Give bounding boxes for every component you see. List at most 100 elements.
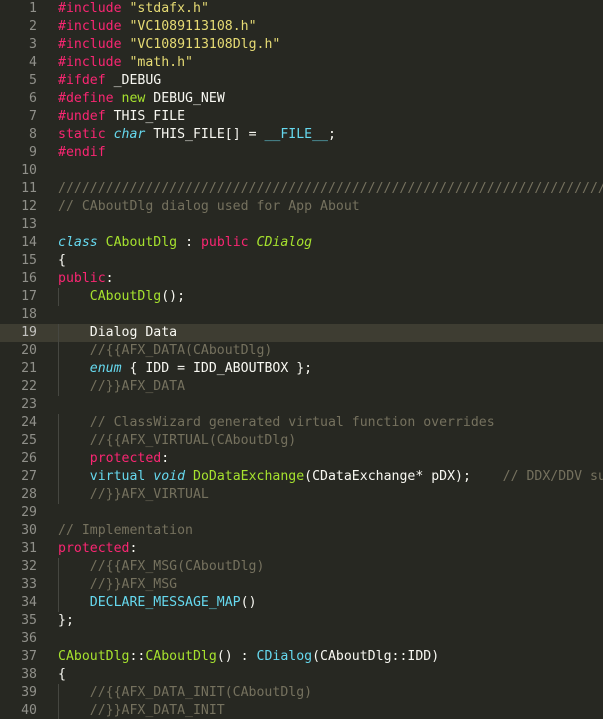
line-number: 37 [21, 649, 37, 664]
code-line[interactable]: 2 #include "VC1089113108.h" [0, 18, 603, 36]
code-text: //}}AFX_DATA [58, 378, 185, 396]
line-number: 9 [29, 145, 37, 160]
code-line[interactable]: 4 #include "math.h" [0, 54, 603, 72]
line-number: 39 [21, 685, 37, 700]
code-text: #include "VC1089113108.h" [58, 18, 257, 36]
code-line[interactable]: 9 #endif [0, 144, 603, 162]
code-text: }; [58, 612, 74, 630]
code-line[interactable]: 34 DECLARE_MESSAGE_MAP() [0, 594, 603, 612]
line-number: 25 [21, 433, 37, 448]
code-token: "VC1089113108Dlg.h" [129, 37, 281, 52]
code-token: char [113, 127, 146, 142]
code-line[interactable]: 1 #include "stdafx.h" [0, 0, 603, 18]
line-number: 1 [29, 1, 37, 16]
code-line[interactable]: 12 // CAboutDlg dialog used for App About [0, 198, 603, 216]
code-token: "VC1089113108.h" [129, 19, 257, 34]
code-token: protected [58, 541, 130, 556]
code-editor[interactable]: 1 #include "stdafx.h" 2 #include "VC1089113… [0, 0, 603, 719]
code-line[interactable]: 11 //////////////////////////////////////… [0, 180, 603, 198]
code-line[interactable]: 40 //}}AFX_DATA_INIT [0, 702, 603, 719]
code-line[interactable]: 24 // ClassWizard generated virtual func… [0, 414, 603, 432]
code-line[interactable]: 15 { [0, 252, 603, 270]
code-line[interactable]: 38 { [0, 666, 603, 684]
code-line[interactable]: 36 [0, 630, 603, 648]
code-line[interactable]: 20 //{{AFX_DATA(CAboutDlg) [0, 342, 603, 360]
code-token: DECLARE_MESSAGE_MAP [89, 595, 241, 610]
code-token: public [200, 235, 249, 250]
code-line[interactable]: 6 #define new DEBUG_NEW [0, 90, 603, 108]
code-line[interactable]: 22 //}}AFX_DATA [0, 378, 603, 396]
code-line[interactable]: 3 #include "VC1089113108Dlg.h" [0, 36, 603, 54]
code-line[interactable]: 17 CAboutDlg(); [0, 288, 603, 306]
code-line[interactable]: 23 [0, 396, 603, 414]
code-text: // ClassWizard generated virtual functio… [58, 414, 495, 432]
code-line[interactable]: 13 [0, 216, 603, 234]
code-token: static [58, 127, 106, 142]
code-token: Dialog Data [58, 325, 178, 340]
code-text: CAboutDlg(); [58, 288, 185, 306]
code-token: "math.h" [129, 55, 194, 70]
line-number: 34 [21, 595, 37, 610]
code-token: new [121, 91, 146, 106]
line-number: 12 [21, 199, 37, 214]
code-text: #include "VC1089113108Dlg.h" [58, 36, 280, 54]
code-token: (); [161, 289, 186, 304]
code-token: "stdafx.h" [129, 1, 209, 16]
code-line[interactable]: 31 protected: [0, 540, 603, 558]
code-line[interactable]: 37 CAboutDlg::CAboutDlg() : CDialog(CAbou… [0, 648, 603, 666]
code-line[interactable]: 33 //}}AFX_MSG [0, 576, 603, 594]
code-token: class [58, 235, 98, 250]
code-token: void [153, 469, 186, 484]
code-line[interactable]: 16 public: [0, 270, 603, 288]
code-line[interactable]: 25 //{{AFX_VIRTUAL(CAboutDlg) [0, 432, 603, 450]
code-line[interactable]: 5 #ifdef _DEBUG [0, 72, 603, 90]
code-line[interactable]: 19 Dialog Data [0, 324, 603, 342]
line-number: 15 [21, 253, 37, 268]
code-token: () [240, 595, 257, 610]
code-token: __FILE__ [264, 127, 328, 142]
code-line[interactable]: 10 [0, 162, 603, 180]
code-line[interactable]: 8 static char THIS_FILE[] = __FILE__; [0, 126, 603, 144]
code-text: #define new DEBUG_NEW [58, 90, 225, 108]
code-line[interactable]: 27 virtual void DoDataExchange(CDataExch… [0, 468, 603, 486]
code-line[interactable]: 30 // Implementation [0, 522, 603, 540]
code-token: (CDataExchange* pDX); [304, 469, 503, 484]
line-number: 5 [29, 73, 37, 88]
code-text: { [58, 666, 66, 684]
line-number: 4 [29, 55, 37, 70]
code-line[interactable]: 29 [0, 504, 603, 522]
code-token: virtual [89, 469, 146, 484]
code-text: //{{AFX_DATA(CAboutDlg) [58, 342, 273, 360]
line-number: 8 [29, 127, 37, 142]
line-number: 23 [21, 397, 37, 412]
code-line[interactable]: 35}; [0, 612, 603, 630]
code-line[interactable]: 32 //{{AFX_MSG(CAboutDlg) [0, 558, 603, 576]
code-token: #ifdef [58, 73, 106, 88]
code-token: #include [58, 1, 122, 16]
code-token: #include [58, 19, 122, 34]
code-line[interactable]: 39 //{{AFX_DATA_INIT(CAboutDlg) [0, 684, 603, 702]
code-token: : [105, 271, 114, 286]
code-line[interactable]: 28 //}}AFX_VIRTUAL [0, 486, 603, 504]
code-line[interactable]: 14 class CAboutDlg : public CDialog [0, 234, 603, 252]
code-line[interactable]: 26 protected: [0, 450, 603, 468]
line-number: 3 [29, 37, 37, 52]
code-line[interactable]: 21 enum { IDD = IDD_ABOUTBOX }; [0, 360, 603, 378]
code-token: protected [89, 451, 162, 466]
line-number: 6 [29, 91, 37, 106]
code-text: #include "stdafx.h" [58, 0, 209, 18]
code-line[interactable]: 7 #undef THIS_FILE [0, 108, 603, 126]
code-token: #define [58, 91, 114, 106]
code-text: CAboutDlg::CAboutDlg() : CDialog(CAboutD… [58, 648, 439, 666]
code-token: CAboutDlg [58, 649, 130, 664]
code-line[interactable]: 18 [0, 306, 603, 324]
